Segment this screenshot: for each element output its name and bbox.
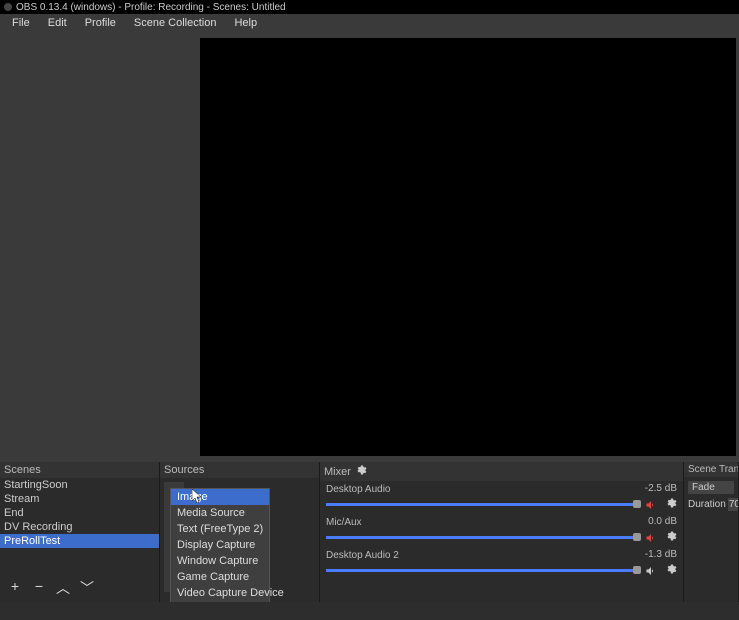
transitions-header: Scene Transitions [684,462,738,477]
mixer-settings-icon[interactable] [355,464,367,479]
mixer-channel-name: Desktop Audio 2 [326,550,399,561]
scenes-toolbar: + − ︿ ﹀ [0,574,159,602]
mixer-channel-settings-icon[interactable] [665,530,677,545]
scenes-panel: Scenes StartingSoonStreamEndDV Recording… [0,462,160,602]
sources-list[interactable]: ImageMedia SourceText (FreeType 2)Displa… [160,478,319,602]
transitions-panel: Scene Transitions Fade Duration [684,462,739,602]
scene-item[interactable]: PreRollTest [0,534,159,548]
menu-edit[interactable]: Edit [40,16,75,30]
app-icon [4,3,12,11]
mixer-channel-name: Mic/Aux [326,517,362,528]
transition-select[interactable]: Fade [688,481,734,494]
mixer-channel-db: -1.3 dB [645,549,677,560]
context-menu-item[interactable]: Window Capture [171,553,269,569]
menu-file[interactable]: File [4,16,38,30]
mixer-channel: Mic/Aux 0.0 dB [320,514,683,547]
add-source-context-menu[interactable]: ImageMedia SourceText (FreeType 2)Displa… [170,488,270,602]
context-menu-item[interactable]: Video Capture Device [171,585,269,601]
duration-input[interactable] [728,498,738,511]
mute-icon[interactable] [645,532,657,544]
mute-icon[interactable] [645,565,657,577]
mixer-list: Desktop Audio -2.5 dB Mic/Aux 0.0 dB Desktop… [320,481,683,602]
menu-help[interactable]: Help [226,16,265,30]
mixer-volume-slider[interactable] [326,569,641,572]
menu-profile[interactable]: Profile [77,16,124,30]
context-menu-item[interactable]: Image [171,489,269,505]
mixer-channel-db: 0.0 dB [648,516,677,527]
mixer-channel-name: Desktop Audio [326,484,391,495]
add-scene-button[interactable]: + [8,578,22,598]
mixer-channel-settings-icon[interactable] [665,563,677,578]
scene-item[interactable]: End [0,506,159,520]
mixer-title: Mixer [324,466,351,478]
scenes-header: Scenes [0,462,159,478]
mixer-channel: Desktop Audio -2.5 dB [320,481,683,514]
mixer-channel-settings-icon[interactable] [665,497,677,512]
menubar: File Edit Profile Scene Collection Help [0,14,739,32]
scene-item[interactable]: DV Recording [0,520,159,534]
mixer-volume-slider[interactable] [326,536,641,539]
mixer-header: Mixer [320,462,683,481]
window-title: OBS 0.13.4 (windows) - Profile: Recordin… [16,2,286,13]
duration-label: Duration [688,499,726,510]
context-menu-item[interactable]: Text (FreeType 2) [171,521,269,537]
bottom-panels: Scenes StartingSoonStreamEndDV Recording… [0,462,739,602]
context-menu-item[interactable]: Audio Input Capture [171,601,269,602]
titlebar: OBS 0.13.4 (windows) - Profile: Recordin… [0,0,739,14]
scenes-list[interactable]: StartingSoonStreamEndDV RecordingPreRoll… [0,478,159,574]
context-menu-item[interactable]: Media Source [171,505,269,521]
menu-scene-collection[interactable]: Scene Collection [126,16,225,30]
context-menu-item[interactable]: Display Capture [171,537,269,553]
preview-area [0,32,739,462]
mixer-panel: Mixer Desktop Audio-2.5 dBMic/Aux0.0 dBD… [320,462,684,602]
mixer-volume-slider[interactable] [326,503,641,506]
mute-icon[interactable] [645,499,657,511]
move-scene-up-button[interactable]: ︿ [56,578,70,598]
context-menu-item[interactable]: Game Capture [171,569,269,585]
sources-panel: Sources ImageMedia SourceText (FreeType … [160,462,320,602]
scene-item[interactable]: StartingSoon [0,478,159,492]
mixer-channel-db: -2.5 dB [645,483,677,494]
scene-item[interactable]: Stream [0,492,159,506]
preview-canvas[interactable] [200,38,736,456]
sources-header: Sources [160,462,319,478]
cursor-icon [192,489,202,506]
remove-scene-button[interactable]: − [32,578,46,598]
mixer-channel: Desktop Audio 2 -1.3 dB [320,547,683,580]
transitions-body: Fade Duration [684,477,738,602]
move-scene-down-button[interactable]: ﹀ [80,578,94,598]
